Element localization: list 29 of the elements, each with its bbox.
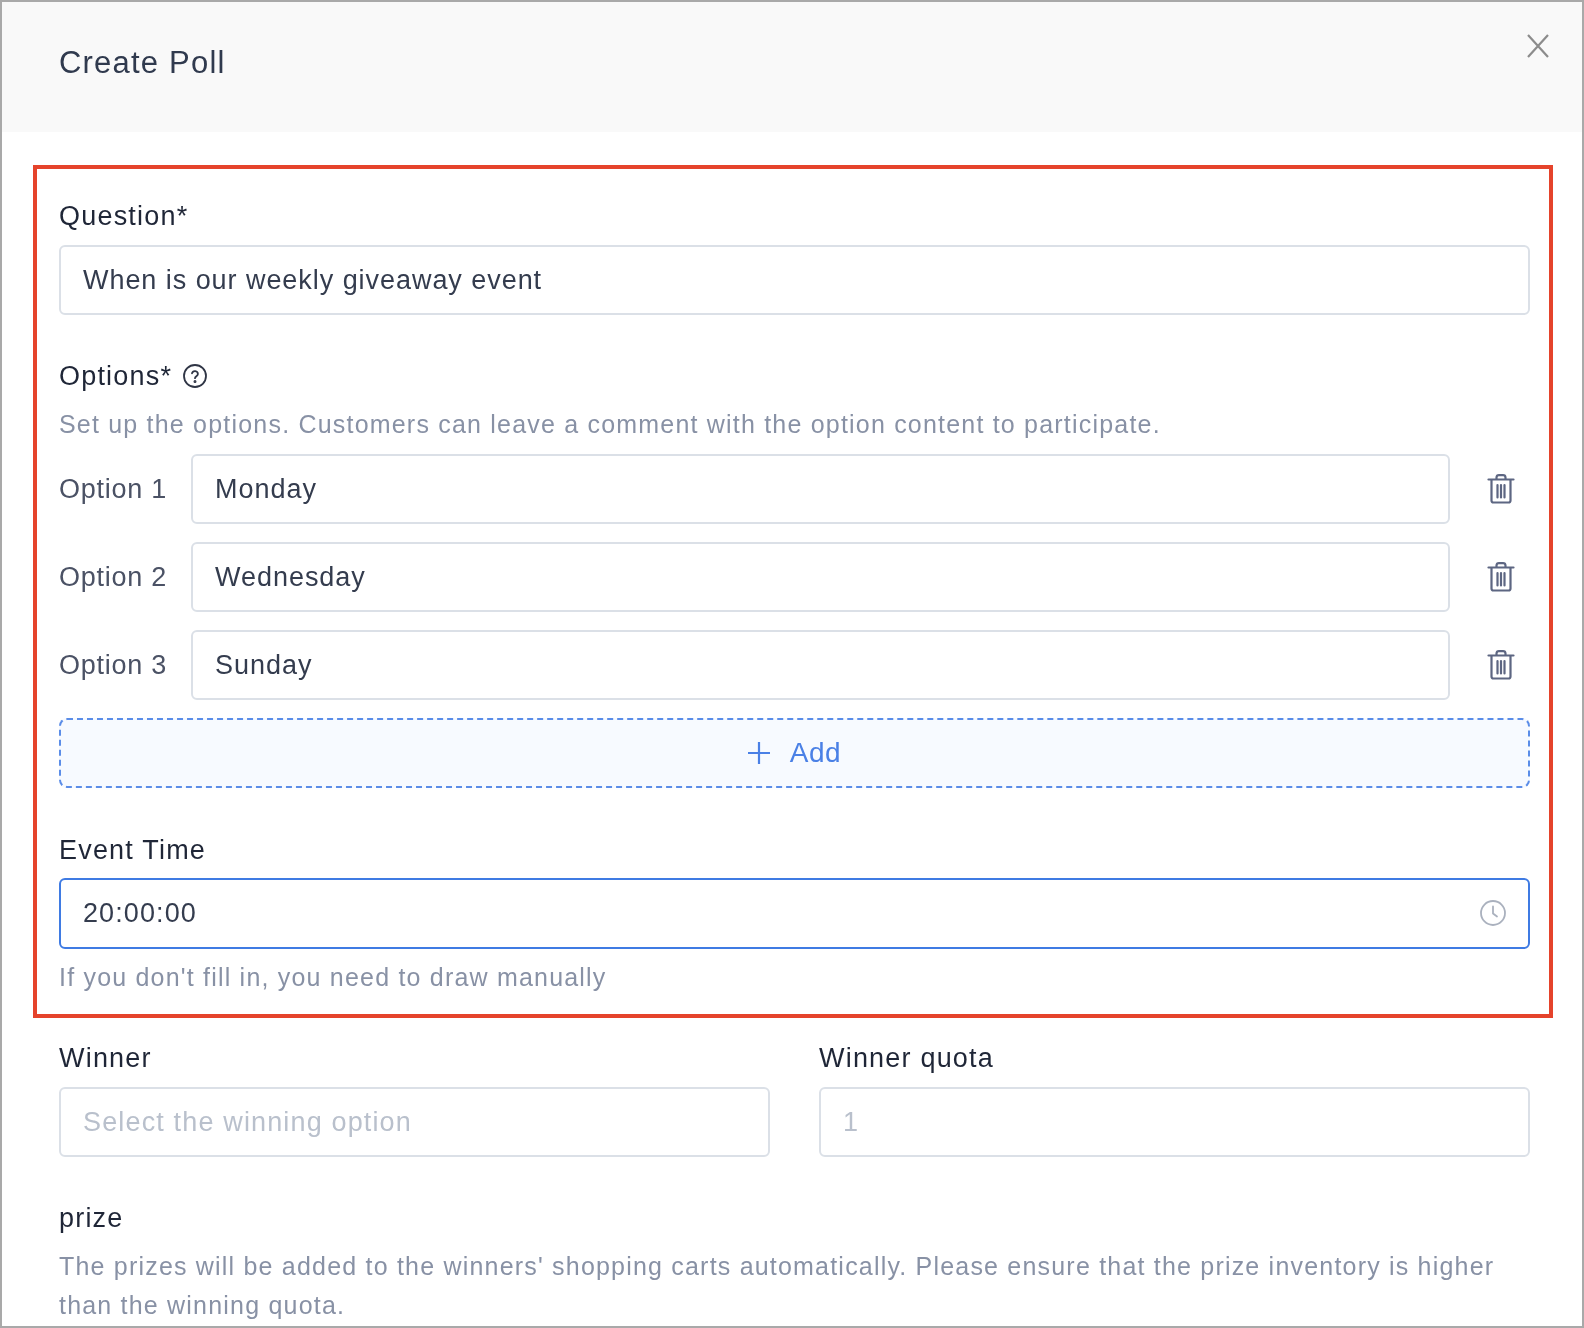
trash-icon[interactable] bbox=[1487, 650, 1515, 680]
question-input[interactable]: When is our weekly giveaway event bbox=[59, 245, 1530, 315]
option-input[interactable]: Monday bbox=[191, 454, 1450, 524]
options-description: Set up the options. Customers can leave a comment with the option content to participate. bbox=[59, 409, 1162, 440]
help-icon[interactable] bbox=[183, 364, 208, 388]
winner-field[interactable]: Select the winning option bbox=[59, 1087, 770, 1157]
option-input[interactable]: Wednesday bbox=[191, 542, 1450, 612]
option-input[interactable]: Sunday bbox=[191, 630, 1450, 700]
winner-label: Winner bbox=[59, 1042, 153, 1075]
event-time-hint: If you don't fill in, you need to draw manually bbox=[59, 962, 608, 993]
winner-quota-field[interactable]: 1 bbox=[819, 1087, 1530, 1157]
trash-icon[interactable] bbox=[1487, 562, 1515, 592]
trash-icon[interactable] bbox=[1487, 474, 1515, 504]
option-label: Option 2 bbox=[59, 561, 168, 594]
close-button[interactable] bbox=[1527, 34, 1549, 58]
close-icon bbox=[1527, 34, 1549, 58]
option-label: Option 3 bbox=[59, 649, 168, 682]
question-label: Question* bbox=[59, 200, 190, 233]
add-option-button[interactable]: Add bbox=[59, 718, 1530, 788]
plus-icon bbox=[747, 742, 770, 764]
options-label: Options* bbox=[59, 360, 173, 393]
prize-label: prize bbox=[59, 1202, 125, 1235]
winner-quota-label: Winner quota bbox=[819, 1042, 995, 1075]
option-label: Option 1 bbox=[59, 473, 168, 506]
event-time-label: Event Time bbox=[59, 834, 208, 867]
dialog-title: Create Poll bbox=[59, 45, 226, 81]
clock-icon bbox=[1480, 900, 1506, 926]
prize-description: The prizes will be added to the winners' shopping carts automatically. Please ensure that the prize inventory is higher than the winning quota. bbox=[59, 1251, 1496, 1321]
time-input[interactable]: 20:00:00 bbox=[59, 878, 1530, 949]
